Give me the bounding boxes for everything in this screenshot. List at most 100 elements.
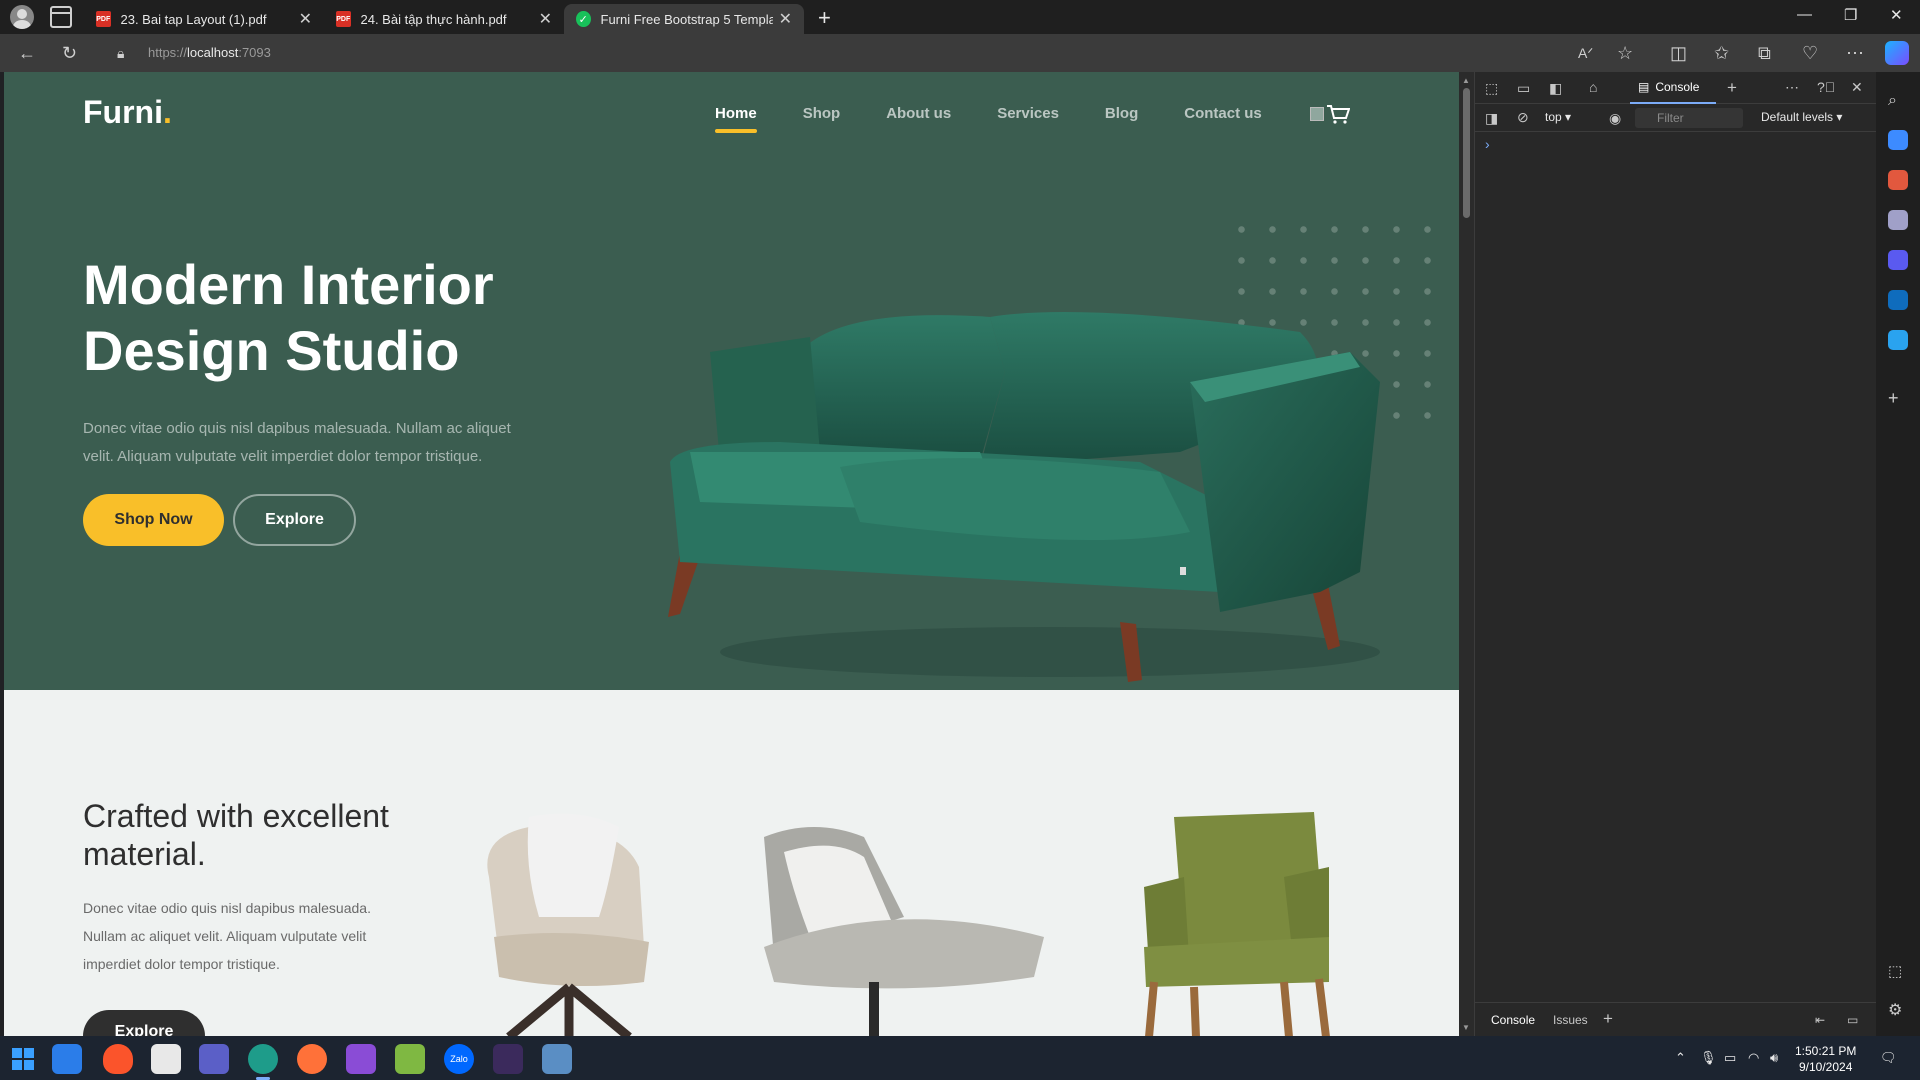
add-sidebar-plus-icon[interactable]: +: [1888, 388, 1908, 408]
favorite-star-icon[interactable]: ☆: [1617, 43, 1633, 63]
browser-tab-furni[interactable]: ✓ Furni Free Bootstrap 5 Template f ✕: [564, 4, 804, 34]
context-label: top: [1545, 110, 1562, 124]
nav-contact-us[interactable]: Contact us: [1184, 105, 1262, 122]
tools-icon[interactable]: [1888, 170, 1908, 190]
nav-services[interactable]: Services: [997, 105, 1059, 122]
close-icon[interactable]: ✕: [539, 9, 552, 29]
volume-icon[interactable]: 🔊︎: [1770, 1050, 1778, 1066]
nav-about-us[interactable]: About us: [886, 105, 951, 122]
browser-essentials-icon[interactable]: ♡: [1802, 43, 1818, 63]
back-arrow-icon[interactable]: ←: [18, 43, 36, 63]
microsoft-365-icon[interactable]: [1888, 250, 1908, 270]
tab-actions-icon[interactable]: [50, 6, 72, 28]
windows-start-icon[interactable]: [8, 1044, 38, 1074]
live-expression-eye-icon[interactable]: ◉: [1609, 110, 1621, 127]
nav-home[interactable]: Home: [715, 105, 757, 133]
pdf-icon: PDF: [336, 11, 351, 27]
photos-icon[interactable]: [542, 1044, 572, 1074]
sidebar-settings-gear-icon[interactable]: ⚙: [1888, 1000, 1908, 1020]
shopping-tag-icon[interactable]: [1888, 130, 1908, 150]
wifi-icon[interactable]: ◠: [1748, 1050, 1759, 1066]
chair-product-image-1: [487, 813, 649, 1036]
section-explore-button[interactable]: Explore: [83, 1010, 205, 1036]
more-options-icon[interactable]: ⋯: [1846, 43, 1864, 63]
help-icon[interactable]: ?⃝: [1817, 79, 1835, 95]
screen-capture-icon[interactable]: ⬚: [1888, 962, 1908, 982]
add-tab-plus-icon[interactable]: +: [1727, 78, 1737, 98]
devtools-more-icon[interactable]: ⋯: [1785, 79, 1799, 96]
browser-tab-pdf-23[interactable]: PDF 23. Bai tap Layout (1).pdf ✕: [84, 4, 324, 34]
copilot-icon[interactable]: [1885, 41, 1909, 65]
section-description: Donec vitae odio quis nisl dapibus males…: [83, 900, 371, 972]
scroll-up-icon[interactable]: ▲: [1462, 76, 1470, 85]
explore-button[interactable]: Explore: [233, 494, 356, 546]
site-logo[interactable]: Furni.: [83, 94, 172, 131]
search-icon[interactable]: ⌕: [1888, 92, 1908, 112]
collections-icon[interactable]: ⧉: [1758, 43, 1771, 63]
log-levels-dropdown[interactable]: Default levels ▾: [1761, 110, 1842, 124]
nav-blog[interactable]: Blog: [1105, 105, 1138, 122]
user-icon[interactable]: [1310, 107, 1324, 121]
restore-icon[interactable]: ❐: [1844, 6, 1857, 24]
sticky-notes-icon[interactable]: [52, 1044, 82, 1074]
tray-chevron-up-icon[interactable]: ⌃: [1675, 1050, 1686, 1066]
profile-avatar[interactable]: [10, 5, 34, 29]
close-icon[interactable]: ✕: [299, 9, 312, 29]
cart-icon[interactable]: [1326, 104, 1350, 124]
context-selector[interactable]: top ▾: [1545, 110, 1571, 124]
notepad-plus-plus-icon[interactable]: [395, 1044, 425, 1074]
battery-icon[interactable]: ▭: [1724, 1050, 1736, 1066]
file-app-icon[interactable]: [151, 1044, 181, 1074]
minimize-drawer-icon[interactable]: ▭: [1847, 1013, 1858, 1027]
scroll-down-icon[interactable]: ▼: [1462, 1023, 1470, 1032]
nav-icons: [1310, 104, 1350, 124]
devtools-drawer: Console Issues + ⇤ ▭: [1475, 1002, 1877, 1036]
edge-browser-icon[interactable]: [248, 1044, 278, 1080]
dock-drawer-icon[interactable]: ⇤: [1815, 1013, 1825, 1027]
microphone-icon[interactable]: 🎙︎: [1700, 1050, 1717, 1066]
notifications-icon[interactable]: 🗨︎: [1880, 1050, 1897, 1066]
sidebar-toggle-icon[interactable]: ◨: [1485, 110, 1498, 127]
refresh-icon[interactable]: ↻: [62, 43, 77, 63]
drawer-tab-issues[interactable]: Issues: [1553, 1013, 1588, 1027]
clear-console-icon[interactable]: ⊘: [1517, 109, 1529, 126]
zalo-icon[interactable]: Zalo: [444, 1044, 474, 1074]
drawer-add-plus-icon[interactable]: +: [1603, 1009, 1613, 1029]
outlook-icon[interactable]: [1888, 290, 1908, 310]
visual-studio-icon[interactable]: [346, 1044, 376, 1074]
drawer-tab-console[interactable]: Console: [1491, 1013, 1535, 1027]
url-port: :7093: [238, 45, 271, 60]
split-screen-icon[interactable]: ◫: [1670, 43, 1687, 63]
lock-icon[interactable]: 🔒︎: [117, 43, 124, 63]
browser-tab-pdf-24[interactable]: PDF 24. Bài tập thực hành.pdf ✕: [324, 4, 564, 34]
tab-console[interactable]: ▤ Console: [1630, 72, 1716, 104]
dock-side-icon[interactable]: ◧: [1549, 80, 1562, 97]
read-aloud-icon[interactable]: Aᐟ: [1578, 43, 1593, 63]
address-bar[interactable]: https://localhost:7093: [148, 45, 271, 60]
drop-send-icon[interactable]: [1888, 330, 1908, 350]
url-scheme: https://: [148, 45, 188, 60]
new-tab-plus-icon[interactable]: +: [818, 5, 831, 31]
console-filter-input[interactable]: Filter: [1635, 108, 1743, 128]
main-nav: Home Shop About us Services Blog Contact…: [715, 105, 1308, 133]
devtools-close-icon[interactable]: ✕: [1851, 79, 1863, 96]
page-scrollbar[interactable]: ▲ ▼: [1459, 72, 1474, 1036]
minimize-icon[interactable]: —: [1797, 6, 1812, 23]
favorites-icon[interactable]: ✩: [1714, 43, 1729, 63]
inspect-element-icon[interactable]: ⬚: [1485, 80, 1498, 97]
console-prompt-chevron-icon[interactable]: ›: [1485, 136, 1490, 152]
close-icon[interactable]: ✕: [779, 9, 792, 29]
device-toolbar-icon[interactable]: ▭: [1517, 80, 1530, 97]
window-close-icon[interactable]: ✕: [1890, 6, 1903, 24]
brave-browser-icon[interactable]: [103, 1044, 133, 1074]
terminal-icon[interactable]: [493, 1044, 523, 1074]
shop-now-button[interactable]: Shop Now: [83, 494, 224, 546]
welcome-home-icon[interactable]: ⌂: [1589, 79, 1597, 95]
sofa-image: [668, 312, 1380, 682]
nav-shop[interactable]: Shop: [803, 105, 841, 122]
system-clock[interactable]: 1:50:21 PM 9/10/2024: [1795, 1043, 1856, 1075]
games-icon[interactable]: [1888, 210, 1908, 230]
scroll-thumb[interactable]: [1463, 88, 1470, 218]
teams-icon[interactable]: [199, 1044, 229, 1074]
firefox-icon[interactable]: [297, 1044, 327, 1074]
